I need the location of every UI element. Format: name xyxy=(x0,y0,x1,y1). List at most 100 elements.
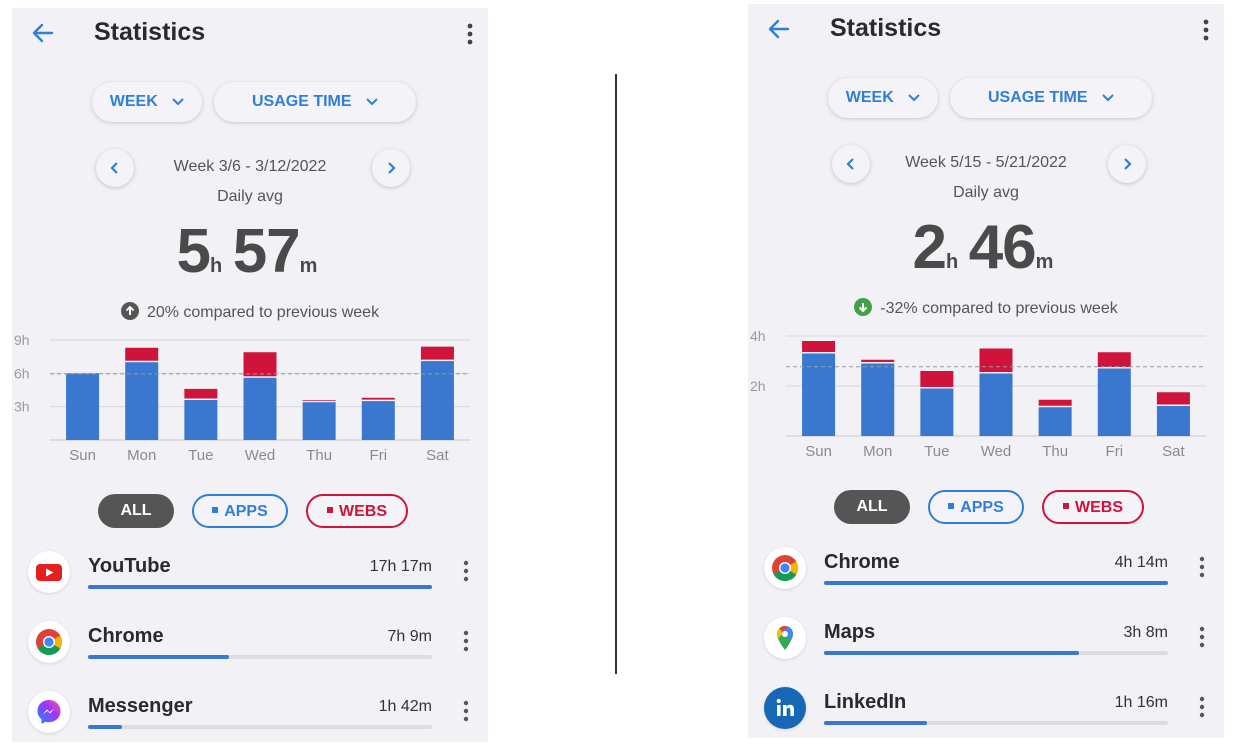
filter-all-button[interactable]: ALL xyxy=(98,494,174,528)
webs-square-icon xyxy=(327,507,333,513)
period-dropdown[interactable]: WEEK xyxy=(828,78,938,118)
metric-dropdown-label: USAGE TIME xyxy=(987,89,1088,106)
bar-apps-sat xyxy=(1156,406,1190,436)
app-row-maps[interactable]: Maps 3h 8m xyxy=(748,615,1224,675)
avg-minutes: 46 xyxy=(968,213,1037,282)
more-vert-icon[interactable] xyxy=(1196,17,1216,43)
x-tick-label: Thu xyxy=(1042,443,1068,460)
x-tick-label: Sat xyxy=(1162,443,1185,460)
app-usage-time: 4h 14m xyxy=(1114,554,1168,571)
more-vert-icon[interactable] xyxy=(1196,555,1208,579)
next-week-button[interactable] xyxy=(1108,145,1146,183)
filter-all-label: ALL xyxy=(120,502,152,519)
x-tick-label: Thu xyxy=(306,447,332,464)
metric-dropdown[interactable]: USAGE TIME xyxy=(214,82,416,122)
divider-line xyxy=(615,74,617,674)
more-vert-icon[interactable] xyxy=(460,559,472,583)
usage-progress-fill xyxy=(824,581,1168,585)
bar-apps-tue xyxy=(184,400,218,440)
metric-dropdown[interactable]: USAGE TIME xyxy=(950,78,1152,118)
arrow-down-circle-icon xyxy=(854,298,873,316)
bar-webs-thu xyxy=(302,400,336,401)
chevron-down-icon xyxy=(908,94,920,102)
maps-icon xyxy=(764,617,806,659)
period-dropdown[interactable]: WEEK xyxy=(92,82,202,122)
app-usage-time: 7h 9m xyxy=(387,628,432,645)
statistics-screen-right: Statistics WEEK USAGE TIME Week 5/15 - 5… xyxy=(748,4,1224,738)
bar-apps-mon xyxy=(861,363,895,436)
bar-webs-wed xyxy=(979,348,1013,372)
filter-all-button[interactable]: ALL xyxy=(834,490,910,524)
bar-apps-fri xyxy=(361,401,395,440)
metric-dropdown-label: USAGE TIME xyxy=(251,93,352,110)
week-range: Week 5/15 - 5/21/2022 xyxy=(905,154,1067,171)
bar-webs-sat xyxy=(420,346,454,360)
period-dropdown-label: WEEK xyxy=(845,89,894,106)
filter-apps-button[interactable]: APPS xyxy=(928,490,1024,524)
more-vert-icon[interactable] xyxy=(460,21,480,47)
app-row-linkedin[interactable]: LinkedIn 1h 16m xyxy=(748,685,1224,738)
comparison-text: 20% compared to previous week xyxy=(146,304,380,321)
bar-apps-fri xyxy=(1097,368,1131,436)
bar-apps-wed xyxy=(243,377,277,440)
app-usage-time: 1h 16m xyxy=(1114,694,1168,711)
more-vert-icon[interactable] xyxy=(460,699,472,723)
linkedin-icon xyxy=(764,687,806,729)
next-week-button[interactable] xyxy=(372,149,410,187)
app-row-chrome[interactable]: Chrome 7h 9m xyxy=(12,619,488,679)
bar-apps-sun xyxy=(66,373,100,440)
page-title: Statistics xyxy=(94,18,206,46)
bar-webs-sat xyxy=(1156,392,1190,405)
app-name: YouTube xyxy=(88,555,171,577)
statistics-screen-left: Statistics WEEK USAGE TIME Week 3/6 - 3/… xyxy=(12,8,488,742)
hours-unit: h xyxy=(210,255,223,277)
bar-webs-thu xyxy=(1038,399,1072,406)
webs-square-icon xyxy=(1063,503,1069,509)
usage-progress-track xyxy=(824,721,1168,725)
x-tick-label: Fri xyxy=(370,447,388,464)
app-row-chrome[interactable]: Chrome 4h 14m xyxy=(748,545,1224,605)
usage-progress-fill xyxy=(824,651,1079,655)
x-tick-label: Sun xyxy=(69,447,96,464)
y-tick-label: 9h xyxy=(14,332,30,348)
filter-webs-button[interactable]: WEBS xyxy=(1042,490,1144,524)
daily-avg-value: 5h 57m xyxy=(12,216,488,287)
filter-webs-button[interactable]: WEBS xyxy=(306,494,408,528)
daily-avg-value: 2h 46m xyxy=(748,212,1224,283)
chevron-down-icon xyxy=(1102,94,1114,102)
arrow-up-circle-icon xyxy=(120,302,139,320)
app-name: Chrome xyxy=(824,551,900,573)
period-dropdown-label: WEEK xyxy=(109,93,158,110)
chrome-icon xyxy=(764,547,806,589)
comparison-text: -32% compared to previous week xyxy=(880,300,1118,317)
bar-apps-sun xyxy=(802,353,836,436)
app-name: Messenger xyxy=(88,695,193,717)
y-tick-label: 3h xyxy=(14,399,30,415)
apps-square-icon xyxy=(948,503,955,509)
usage-progress-fill xyxy=(88,585,432,589)
filter-apps-button[interactable]: APPS xyxy=(192,494,288,528)
x-tick-label: Tue xyxy=(188,447,213,464)
bar-webs-fri xyxy=(1097,352,1131,367)
app-usage-time: 3h 8m xyxy=(1123,624,1168,641)
app-name: LinkedIn xyxy=(824,691,907,713)
more-vert-icon[interactable] xyxy=(460,629,472,653)
avg-hours: 5 xyxy=(176,217,211,286)
more-vert-icon[interactable] xyxy=(1196,625,1208,649)
chevron-down-icon xyxy=(172,98,184,106)
app-row-messenger[interactable]: Messenger 1h 42m xyxy=(12,689,488,742)
x-tick-label: Tue xyxy=(924,443,949,460)
week-range: Week 3/6 - 3/12/2022 xyxy=(173,158,327,175)
messenger-icon xyxy=(28,691,70,733)
back-arrow-icon[interactable] xyxy=(766,16,792,42)
hours-unit: h xyxy=(946,251,959,273)
y-tick-label: 2h xyxy=(750,378,766,394)
x-tick-label: Wed xyxy=(981,443,1012,460)
more-vert-icon[interactable] xyxy=(1196,695,1208,719)
x-tick-label: Mon xyxy=(127,447,156,464)
app-row-youtube[interactable]: YouTube 17h 17m xyxy=(12,549,488,609)
back-arrow-icon[interactable] xyxy=(30,20,56,46)
filter-apps-label: APPS xyxy=(960,499,1004,516)
x-tick-label: Sat xyxy=(426,447,449,464)
usage-progress-fill xyxy=(88,725,123,729)
